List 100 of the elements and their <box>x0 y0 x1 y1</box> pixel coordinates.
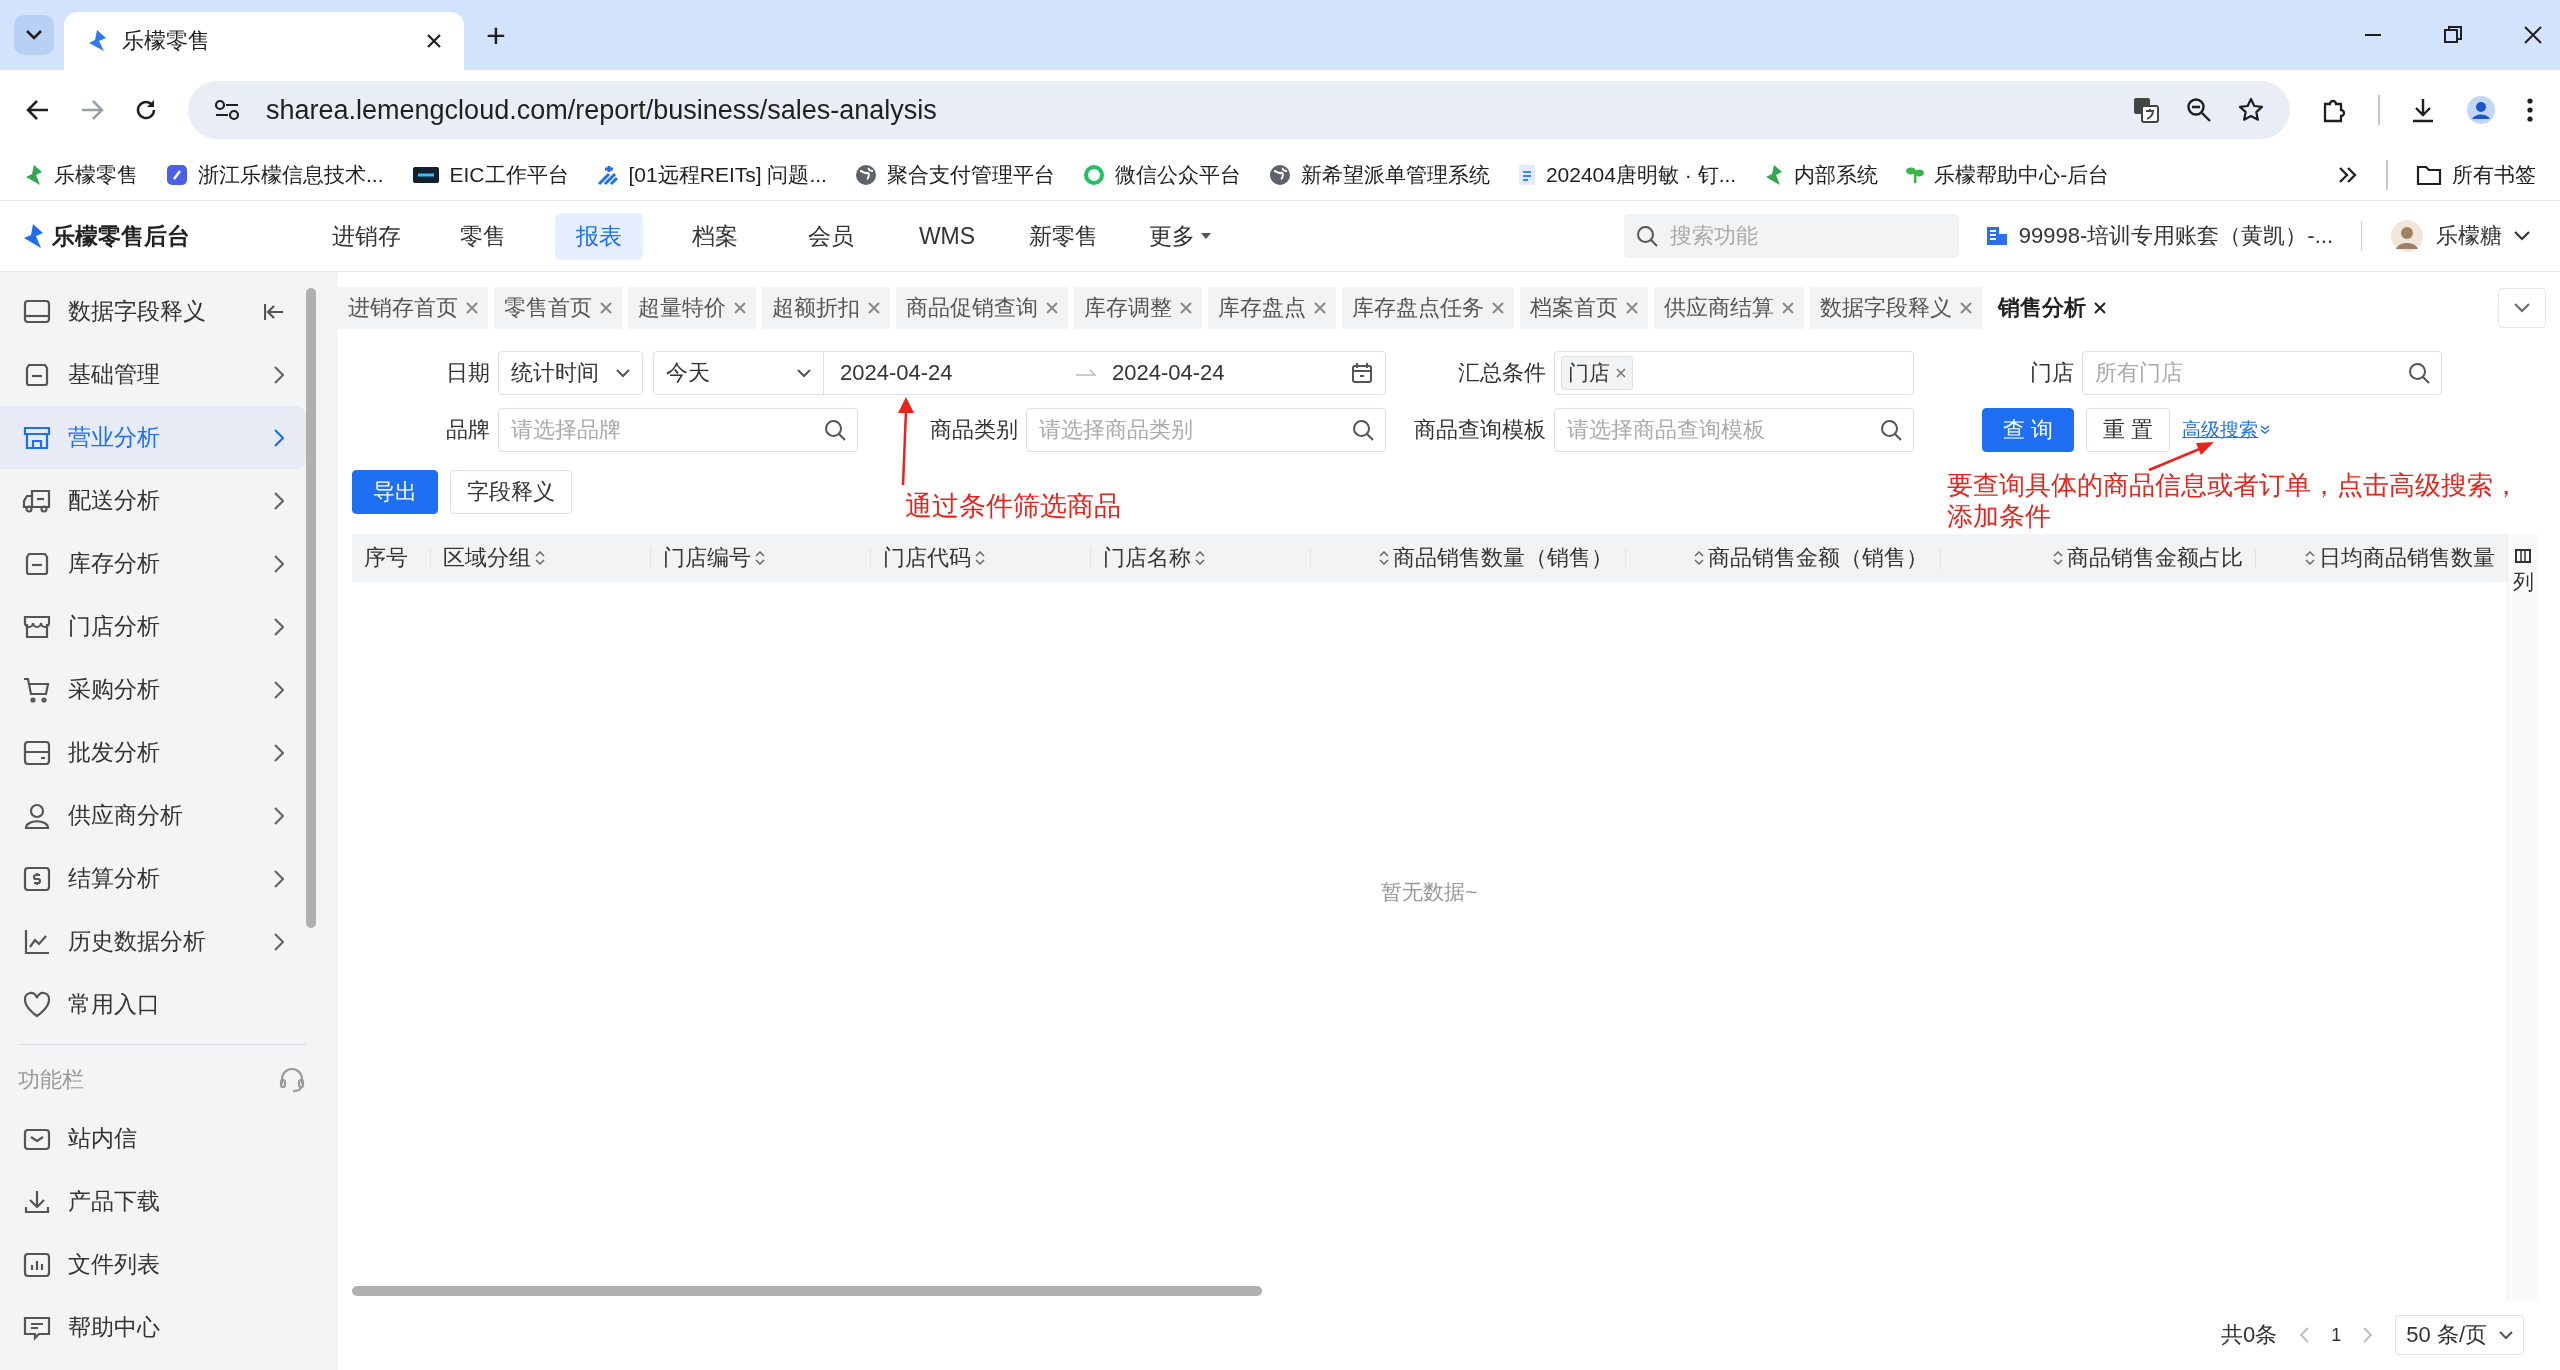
page-tab[interactable]: 进销存首页 <box>338 287 488 329</box>
sidebar-item[interactable]: 帮助中心 <box>0 1296 306 1359</box>
date-preset-select[interactable]: 今天 <box>654 352 824 394</box>
sidebar-item[interactable]: 供应商分析 <box>0 784 306 847</box>
reload-icon[interactable] <box>134 98 158 122</box>
back-icon[interactable] <box>26 99 50 121</box>
page-tab[interactable]: 库存盘点 <box>1208 287 1336 329</box>
page-tab[interactable]: 档案首页 <box>1520 287 1648 329</box>
calendar-icon[interactable] <box>1351 362 1373 384</box>
sort-icon[interactable] <box>975 550 985 566</box>
page-tab[interactable]: 供应商结算 <box>1654 287 1804 329</box>
column-header[interactable]: 商品销售数量（销售） <box>1310 547 1625 569</box>
sidebar-item[interactable]: 批发分析 <box>0 721 306 784</box>
translate-icon[interactable] <box>2132 96 2160 124</box>
browser-tab[interactable]: 乐檬零售 <box>64 12 464 70</box>
column-header[interactable]: 商品销售金额（销售） <box>1625 547 1940 569</box>
template-field[interactable]: 请选择商品查询模板 <box>1554 408 1914 452</box>
function-search-field[interactable]: 搜索功能 <box>1623 214 1959 258</box>
headset-icon[interactable] <box>278 1066 306 1094</box>
start-date[interactable]: 2024-04-24 <box>840 360 1060 386</box>
site-settings-icon[interactable] <box>214 99 240 121</box>
close-icon[interactable] <box>2524 26 2542 44</box>
sidebar-item[interactable]: 站内信 <box>0 1107 306 1170</box>
sidebar-item[interactable]: 营业分析 <box>0 406 306 469</box>
zoom-icon[interactable] <box>2186 97 2212 123</box>
reset-button[interactable]: 重 置 <box>2086 408 2171 452</box>
tag[interactable]: 门店 <box>1561 356 1633 390</box>
category-field[interactable]: 请选择商品类别 <box>1026 408 1386 452</box>
sidebar-item[interactable]: 历史数据分析 <box>0 910 306 973</box>
sidebar-item[interactable]: 常用入口 <box>0 973 306 1036</box>
field-definition-button[interactable]: 字段释义 <box>450 470 572 514</box>
page-tab[interactable]: 超额折扣 <box>762 287 890 329</box>
bookmark[interactable]: 202404唐明敏 · 钉... <box>1517 161 1737 189</box>
store-field[interactable]: 所有门店 <box>2082 351 2442 395</box>
menu-icon[interactable] <box>2526 97 2534 123</box>
column-header[interactable]: 商品销售金额占比 <box>1940 547 2255 569</box>
download-icon[interactable] <box>2410 97 2436 123</box>
bookmark[interactable]: 新希望派单管理系统 <box>1268 161 1490 189</box>
more-bookmarks-icon[interactable] <box>2338 166 2358 184</box>
date-type-select[interactable]: 统计时间 <box>498 351 643 395</box>
column-header[interactable]: 门店名称 <box>1090 547 1310 569</box>
profile-icon[interactable] <box>2466 95 2496 125</box>
sidebar-item[interactable]: 采购分析 <box>0 658 306 721</box>
column-header[interactable]: 门店代码 <box>870 547 1090 569</box>
bookmark[interactable]: 微信公众平台 <box>1082 161 1241 189</box>
bookmark[interactable]: EIC工作平台 <box>411 161 569 189</box>
sidebar-item[interactable]: 配送分析 <box>0 469 306 532</box>
sidebar-item[interactable]: 门店分析 <box>0 595 306 658</box>
query-button[interactable]: 查 询 <box>1982 408 2075 452</box>
sidebar-item[interactable]: 文件列表 <box>0 1233 306 1296</box>
nav-item[interactable]: 零售 <box>439 212 527 260</box>
account-name[interactable]: 99998-培训专用账套（黄凯）-... <box>2018 221 2333 251</box>
page-size-select[interactable]: 50 条/页 <box>2395 1315 2524 1355</box>
restore-icon[interactable] <box>2444 26 2462 44</box>
nav-item[interactable]: WMS <box>903 214 991 258</box>
sidebar-item[interactable]: 数据字段释义 <box>0 280 306 343</box>
sort-icon[interactable] <box>2053 550 2063 566</box>
column-header[interactable]: 序号 <box>352 547 430 569</box>
page-tab[interactable]: 商品促销查询 <box>896 287 1068 329</box>
sort-icon[interactable] <box>1379 550 1389 566</box>
nav-item[interactable]: 更多 <box>1136 212 1224 260</box>
user-name[interactable]: 乐檬糖 <box>2436 221 2502 251</box>
end-date[interactable]: 2024-04-24 <box>1112 360 1225 386</box>
bookmark[interactable]: 浙江乐檬信息技术... <box>166 161 384 189</box>
page-tab[interactable]: 数据字段释义 <box>1810 287 1982 329</box>
nav-item[interactable]: 档案 <box>671 212 759 260</box>
nav-item[interactable]: 报表 <box>555 212 643 260</box>
column-header[interactable]: 门店编号 <box>650 547 870 569</box>
bookmark[interactable]: [01远程REITs] 问题... <box>596 161 827 189</box>
page-tab[interactable]: 库存调整 <box>1074 287 1202 329</box>
close-icon[interactable] <box>426 33 442 49</box>
advanced-search-link[interactable]: 高级搜索 <box>2182 417 2271 443</box>
page-tab[interactable]: 库存盘点任务 <box>1342 287 1514 329</box>
sidebar-item[interactable]: 结算分析 <box>0 847 306 910</box>
sort-icon[interactable] <box>1195 550 1205 566</box>
all-bookmarks[interactable]: 所有书签 <box>2416 161 2536 189</box>
summary-select[interactable]: 门店 <box>1554 351 1914 395</box>
page-tab[interactable]: 超量特价 <box>628 287 756 329</box>
page-number[interactable]: 1 <box>2331 1324 2342 1346</box>
column-settings-button[interactable]: 列 <box>2507 534 2538 1300</box>
nav-item[interactable]: 进销存 <box>322 212 411 260</box>
sort-icon[interactable] <box>1694 550 1704 566</box>
forward-icon[interactable] <box>80 99 104 121</box>
close-icon[interactable] <box>2094 302 2106 314</box>
bookmark[interactable]: 聚合支付管理平台 <box>854 161 1055 189</box>
bookmark[interactable]: 乐檬零售 <box>24 161 138 189</box>
chevron-down-icon[interactable] <box>2514 231 2530 241</box>
sidebar-item[interactable]: 基础管理 <box>0 343 306 406</box>
nav-item[interactable]: 新零售 <box>1019 212 1108 260</box>
nav-item[interactable]: 会员 <box>787 212 875 260</box>
bookmark[interactable]: 内部系统 <box>1764 161 1879 189</box>
bookmark[interactable]: 乐檬帮助中心-后台 <box>1906 161 2110 189</box>
scrollbar-thumb[interactable] <box>306 288 316 928</box>
remove-icon[interactable] <box>1616 368 1626 378</box>
date-range-field[interactable]: 今天 2024-04-24 2024-04-24 <box>653 351 1386 395</box>
tab-search-button[interactable] <box>14 15 54 55</box>
star-icon[interactable] <box>2238 97 2264 123</box>
collapse-icon[interactable] <box>264 302 284 321</box>
address-bar[interactable]: sharea.lemengcloud.com/report/business/sales-analysis <box>188 81 2290 139</box>
sort-icon[interactable] <box>535 550 545 566</box>
